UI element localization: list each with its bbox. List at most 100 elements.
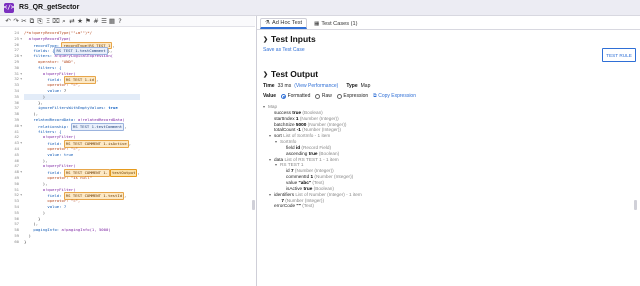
test-inputs-heading: Test Inputs <box>271 34 316 44</box>
radio-unselected-icon <box>315 93 321 99</box>
window-title: RS_QR_getSector <box>19 4 80 11</box>
tree-value: true <box>292 109 302 115</box>
comment-icon[interactable]: # <box>92 17 100 26</box>
tree-key: SortInfo <box>280 139 297 145</box>
tree-value: 1 <box>295 115 299 121</box>
code-token: value: true <box>24 151 74 157</box>
view-performance-link[interactable]: (View Performance) <box>294 83 338 89</box>
type-label: Type <box>346 83 358 89</box>
code-token: ) <box>24 209 46 215</box>
tree-type: (Number (Integer)) <box>302 127 341 133</box>
help-icon[interactable]: ? <box>116 17 124 26</box>
code-token: filters: { <box>24 64 62 70</box>
copy-expression-link[interactable]: ⧉ Copy Expression <box>373 93 416 99</box>
code-token: operator: "=", <box>24 145 81 151</box>
code-line[interactable]: relatedRecordData: a!relatedRecordData( <box>24 117 140 123</box>
code-token: 7 <box>63 87 67 93</box>
tree-key: success <box>274 109 291 115</box>
bookmark-icon[interactable]: ⚑ <box>84 17 92 26</box>
pane-divider[interactable] <box>256 16 257 286</box>
tree-key: id <box>286 168 290 174</box>
tree-key: identifiers <box>274 191 295 197</box>
select-icon[interactable]: ⌧ <box>52 17 60 26</box>
tree-key: data <box>274 156 284 162</box>
tree-key: value <box>286 179 298 185</box>
record-field-token: testOutput <box>110 169 138 177</box>
code-token: value: <box>24 87 64 93</box>
tree-key: sort <box>274 133 282 139</box>
code-token: , <box>124 193 127 199</box>
code-token: a!queryRecordType( <box>24 35 71 41</box>
redo-icon[interactable]: ↷ <box>12 17 20 26</box>
radio-formatted[interactable]: Formatted <box>281 93 310 99</box>
code-token: , <box>128 141 132 147</box>
list-icon[interactable]: ☰ <box>100 17 108 26</box>
tab-test-cases[interactable]: ▦ Test Cases (1) <box>309 18 362 29</box>
tree-type: (Number (Integer)) <box>307 121 347 127</box>
code-token: ), <box>24 157 48 163</box>
tree-value: true <box>308 150 318 156</box>
code-token: ), <box>24 180 48 186</box>
search-icon[interactable]: ⌕ <box>60 17 68 26</box>
code-token: a!queryLogicalExpression( <box>54 53 114 59</box>
code-token: ) <box>24 232 32 238</box>
tree-key: totalCount <box>274 127 296 133</box>
code-token: ) <box>24 93 46 99</box>
code-token: operator: "is null" <box>24 174 92 180</box>
copy-icon[interactable]: ⧉ <box>28 17 36 26</box>
chevron-down-icon: ❯ <box>263 71 269 78</box>
flask-icon: ⚗ <box>265 20 271 26</box>
code-token: } <box>24 238 27 244</box>
save-as-test-case-link[interactable]: Save as Test Case <box>263 47 305 53</box>
tree-value: "" <box>296 203 301 209</box>
radio-label: Formatted <box>287 93 311 99</box>
code-line[interactable]: } <box>24 239 140 245</box>
tree-value: -1 <box>296 127 301 133</box>
format-icon[interactable]: Ξ <box>44 17 52 26</box>
radio-expression[interactable]: Expression <box>336 93 368 99</box>
radio-label: Raw <box>321 93 332 99</box>
tree-node: errorCode "" (Text) <box>263 203 362 209</box>
tree-value: id <box>295 144 301 150</box>
output-scroll-handle[interactable] <box>634 200 637 210</box>
editor-toolbar: ↶ ↷ ✂ ⧉ ⎘ Ξ ⌧ ⌕ ⇄ ★ ⚑ # ☰ ▦? <box>0 16 255 27</box>
star-icon[interactable]: ★ <box>76 17 84 26</box>
type-value: Map <box>360 83 371 89</box>
code-token: a!queryFilter( <box>24 163 76 169</box>
tree-value: 5000 <box>295 121 307 127</box>
radio-raw[interactable]: Raw <box>315 93 332 99</box>
tree-key: RS TEST 1 <box>280 162 304 168</box>
code-area[interactable]: /*a!queryRecordType(""+m"")*/ a!queryRec… <box>24 30 140 244</box>
code-token: /*a!queryRecordType(""+m"")*/ <box>24 30 92 35</box>
tab-underline <box>257 29 640 30</box>
code-token: filters: <box>24 53 55 59</box>
editor-scroll-handle[interactable] <box>252 200 255 210</box>
undo-icon[interactable]: ↶ <box>4 17 12 26</box>
tree-key: startIndex <box>274 115 295 121</box>
time-label: Time <box>263 83 275 89</box>
code-token: a!queryFilter( <box>24 186 76 192</box>
expression-editor[interactable]: 24 25 26 27 28 29 30 31 32 33 34 35 36 37 38 39 40 41 42 43… <box>0 28 255 286</box>
time-value: 33 ms <box>277 83 292 89</box>
tree-value: 7 <box>281 197 284 203</box>
test-output-heading: Test Output <box>271 69 319 79</box>
code-token: ), <box>24 111 39 117</box>
test-rule-button[interactable]: TEST RULE <box>602 48 636 62</box>
tab-ad-hoc-test[interactable]: ⚗ Ad Hoc Test <box>260 18 308 29</box>
line-number: 60 <box>14 238 19 244</box>
code-token: relatedRecordData: <box>24 116 78 122</box>
time-row: Time 33 ms (View Performance) Type Map <box>263 83 370 89</box>
code-token: a!pagingInfo(1, 5000) <box>61 227 111 233</box>
code-token: , <box>137 170 140 176</box>
test-inputs-header[interactable]: ❯ Test Inputs <box>263 34 316 44</box>
replace-icon[interactable]: ⇄ <box>68 17 76 26</box>
tree-value: true <box>303 185 313 191</box>
cut-icon[interactable]: ✂ <box>20 17 28 26</box>
copy-icon: ⧉ <box>373 93 377 99</box>
value-format-row: Value Formatted Raw Expression ⧉ Copy Exp… <box>263 93 416 99</box>
tree-type: (Boolean) <box>302 109 323 115</box>
table-icon[interactable]: ▦ <box>108 17 116 26</box>
test-output-header[interactable]: ❯ Test Output <box>263 69 318 79</box>
tree-value: List of RS TEST 1 - 1 item <box>284 156 339 162</box>
paste-icon[interactable]: ⎘ <box>36 17 44 26</box>
